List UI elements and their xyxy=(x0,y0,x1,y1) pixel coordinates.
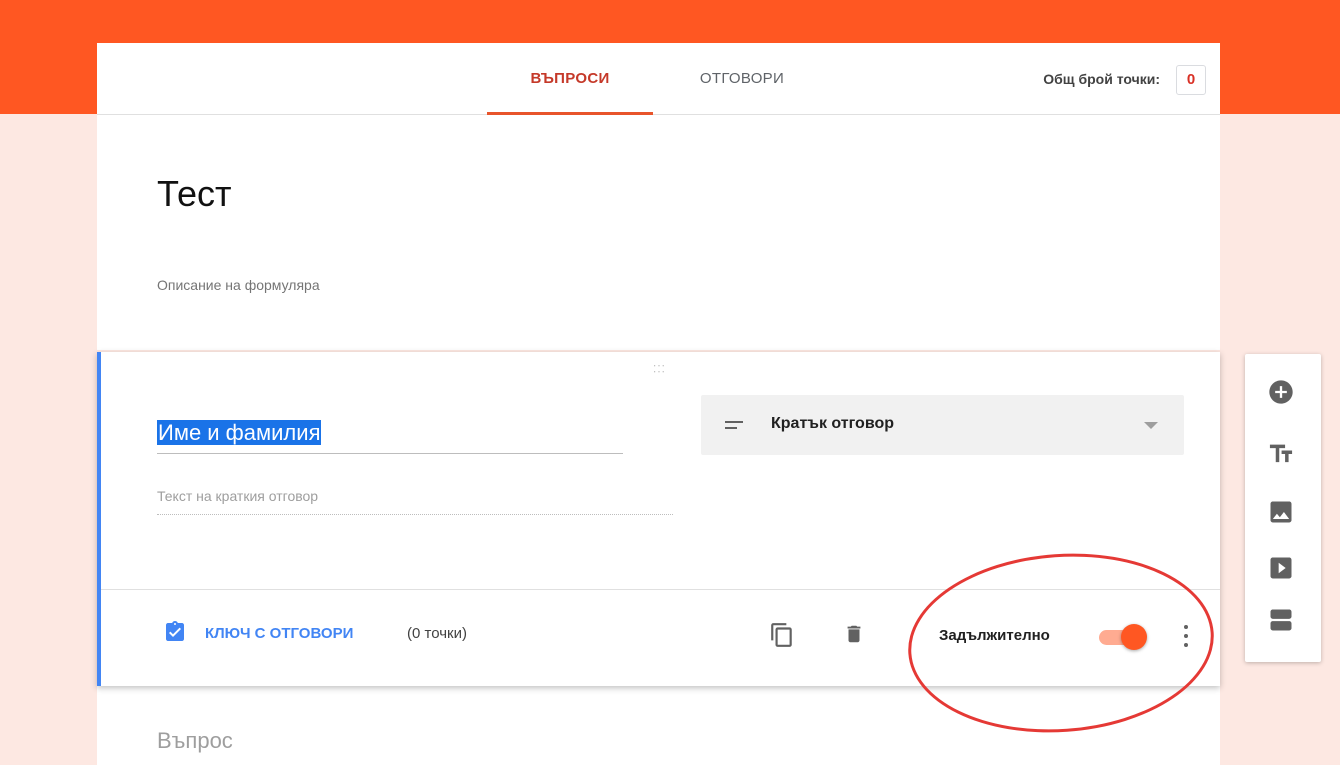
side-toolbar xyxy=(1245,354,1321,662)
required-label: Задължително xyxy=(939,627,1050,644)
total-points-label: Общ брой точки: xyxy=(1043,71,1160,87)
tab-responses[interactable]: ОТГОВОРИ xyxy=(677,43,807,115)
question-card[interactable]: ∙∙∙ ∙∙∙ Име и фамилия Кратък отговор Текс… xyxy=(97,352,1220,686)
question-title-input[interactable]: Име и фамилия xyxy=(157,418,623,454)
next-question-title[interactable]: Въпрос xyxy=(157,728,233,754)
add-image-icon[interactable] xyxy=(1267,498,1295,526)
total-points-value: 0 xyxy=(1176,65,1206,95)
form-title[interactable]: Тест xyxy=(157,173,231,215)
dropdown-arrow-icon xyxy=(1144,422,1158,429)
add-video-icon[interactable] xyxy=(1267,554,1295,582)
form-title-card[interactable]: Тест Описание на формуляра xyxy=(97,115,1220,350)
answer-key-icon[interactable] xyxy=(163,620,187,644)
delete-icon[interactable] xyxy=(843,620,865,648)
tab-questions[interactable]: ВЪПРОСИ xyxy=(487,43,653,115)
add-section-icon[interactable] xyxy=(1267,606,1295,634)
answer-key-button[interactable]: КЛЮЧ С ОТГОВОРИ xyxy=(205,625,353,642)
question-points: (0 точки) xyxy=(407,625,467,642)
more-options-icon[interactable] xyxy=(1183,625,1189,647)
short-answer-placeholder: Текст на краткия отговор xyxy=(157,488,673,515)
drag-handle-icon[interactable]: ∙∙∙ ∙∙∙ xyxy=(653,359,666,377)
short-answer-icon xyxy=(725,421,743,429)
next-question-card[interactable]: Въпрос xyxy=(97,686,1220,765)
add-question-icon[interactable] xyxy=(1267,378,1295,406)
question-footer-divider xyxy=(101,589,1220,590)
required-toggle[interactable] xyxy=(1097,624,1149,650)
question-title-text: Име и фамилия xyxy=(157,420,322,445)
toggle-thumb xyxy=(1121,624,1147,650)
duplicate-icon[interactable] xyxy=(769,620,795,650)
form-header-bar: ВЪПРОСИ ОТГОВОРИ Общ брой точки: 0 xyxy=(97,43,1220,115)
form-description-field[interactable]: Описание на формуляра xyxy=(157,277,320,293)
question-type-label: Кратък отговор xyxy=(771,415,894,432)
add-title-icon[interactable] xyxy=(1267,440,1295,468)
question-type-dropdown[interactable]: Кратък отговор xyxy=(701,395,1184,455)
